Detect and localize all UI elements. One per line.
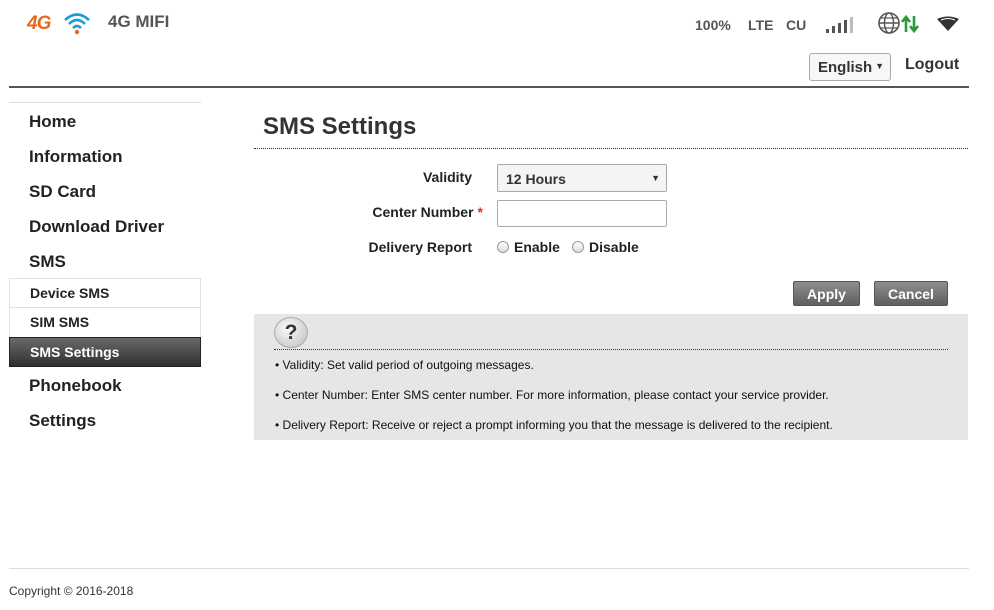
- language-select[interactable]: English ▼: [809, 53, 891, 81]
- page-title: SMS Settings: [263, 113, 417, 140]
- sidebar-item-settings[interactable]: Settings: [29, 411, 96, 431]
- delivery-report-label: Delivery Report: [368, 239, 472, 255]
- delivery-report-enable-radio[interactable]: [497, 241, 509, 253]
- center-number-label: Center Number *: [283, 204, 483, 220]
- chevron-down-icon: ▼: [651, 173, 660, 183]
- required-marker: *: [477, 204, 483, 220]
- sidebar-item-information[interactable]: Information: [29, 147, 123, 167]
- disable-label[interactable]: Disable: [589, 239, 639, 255]
- sidebar-subitem-device-sms[interactable]: Device SMS: [9, 278, 201, 308]
- validity-value: 12 Hours: [506, 171, 566, 187]
- logo-text: 4G: [27, 13, 51, 34]
- sidebar-subitem-sms-settings[interactable]: SMS Settings: [9, 337, 201, 367]
- sidebar-item-download-driver[interactable]: Download Driver: [29, 217, 164, 237]
- sidebar-subitem-sim-sms[interactable]: SIM SMS: [9, 308, 201, 338]
- sidebar-item-sms[interactable]: SMS: [29, 252, 66, 272]
- help-text-center-number: • Center Number: Enter SMS center number…: [275, 388, 829, 402]
- sidebar-item-home[interactable]: Home: [29, 112, 76, 132]
- help-text-validity: • Validity: Set valid period of outgoing…: [275, 358, 534, 372]
- device-name: 4G MIFI: [108, 12, 170, 31]
- chevron-down-icon: ▼: [875, 61, 884, 71]
- help-question-icon: ?: [274, 317, 308, 348]
- center-number-label-text: Center Number: [372, 204, 474, 220]
- sidebar-divider: [9, 102, 201, 103]
- help-divider: [274, 349, 948, 350]
- battery-level: 100%: [695, 17, 731, 33]
- apply-button[interactable]: Apply: [793, 281, 860, 306]
- validity-label: Validity: [422, 169, 472, 185]
- center-number-input[interactable]: [497, 200, 667, 227]
- help-panel: ? • Validity: Set valid period of outgoi…: [254, 314, 968, 440]
- wifi-logo-icon: [64, 13, 90, 35]
- logout-link[interactable]: Logout: [905, 56, 959, 74]
- delivery-report-disable-radio[interactable]: [572, 241, 584, 253]
- enable-label[interactable]: Enable: [514, 239, 560, 255]
- signal-bars-icon: [826, 17, 853, 33]
- sidebar-item-sd-card[interactable]: SD Card: [29, 182, 96, 202]
- brand-logo: 4G: [27, 11, 91, 37]
- sidebar-item-phonebook[interactable]: Phonebook: [29, 376, 122, 396]
- data-transfer-icon: [901, 15, 919, 33]
- wifi-status-icon: [937, 16, 959, 31]
- operator-name: CU: [786, 17, 807, 33]
- network-type: LTE: [748, 17, 774, 33]
- header-divider: [9, 86, 969, 88]
- title-divider: [254, 148, 968, 149]
- validity-select[interactable]: 12 Hours ▼: [497, 164, 667, 192]
- help-text-delivery-report: • Delivery Report: Receive or reject a p…: [275, 418, 833, 432]
- cancel-button[interactable]: Cancel: [874, 281, 948, 306]
- footer-divider: [9, 568, 969, 569]
- language-value: English: [818, 59, 873, 76]
- copyright-text: Copyright © 2016-2018: [9, 584, 134, 598]
- globe-icon: [878, 12, 900, 34]
